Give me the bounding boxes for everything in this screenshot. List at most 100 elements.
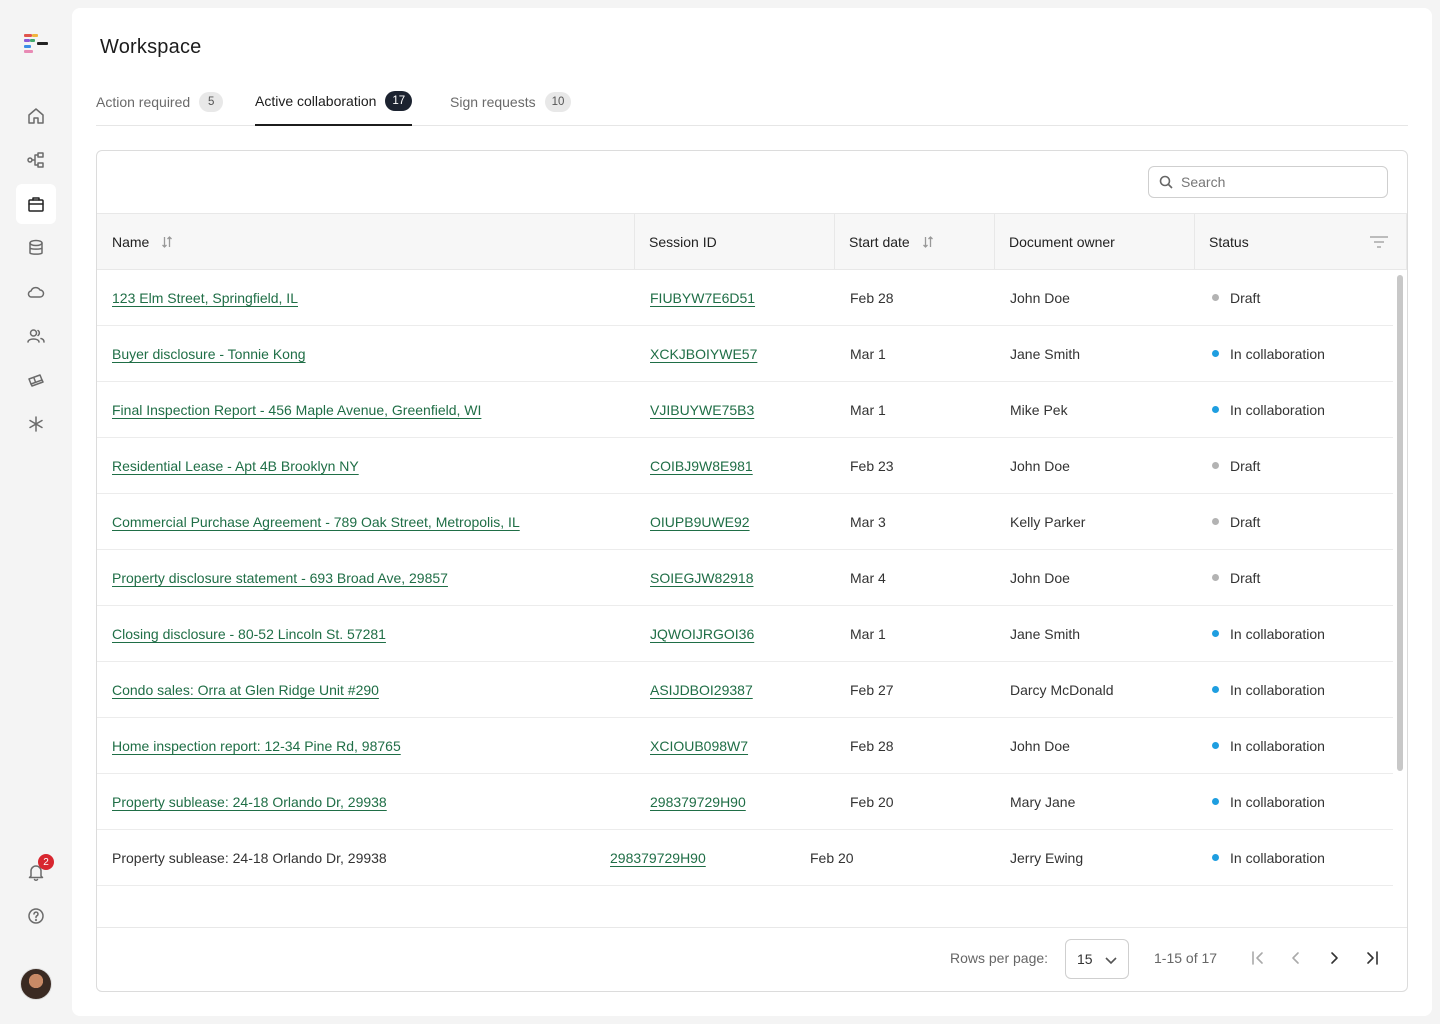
cell-session-id[interactable]: SOIEGJW82918 (650, 550, 754, 605)
search-box[interactable] (1148, 166, 1388, 198)
sidebar-item-tickets[interactable] (16, 360, 56, 400)
last-page-button[interactable] (1360, 946, 1384, 970)
column-header-name[interactable]: Name (97, 214, 635, 269)
session-id-link[interactable]: XCIOUB098W7 (650, 738, 748, 754)
session-id-link[interactable]: XCKJBOIYWE57 (650, 346, 757, 362)
database-icon (29, 239, 43, 255)
table-row[interactable]: Closing disclosure - 80-52 Lincoln St. 5… (97, 606, 1393, 662)
status-dot-icon (1212, 798, 1219, 805)
sort-icon[interactable] (161, 235, 173, 248)
document-name-link[interactable]: 123 Elm Street, Springfield, IL (112, 290, 298, 306)
cell-document-name[interactable]: Buyer disclosure - Tonnie Kong (112, 326, 306, 381)
sidebar-item-cloud[interactable] (16, 272, 56, 312)
cell-document-name[interactable]: Property sublease: 24-18 Orlando Dr, 299… (112, 774, 387, 829)
filter-icon[interactable] (1369, 234, 1389, 250)
table-scrollbar[interactable] (1397, 275, 1403, 771)
cell-document-name[interactable]: 123 Elm Street, Springfield, IL (112, 270, 298, 325)
sidebar-item-workflows[interactable] (16, 140, 56, 180)
pagination-bar: Rows per page: 15 1-15 of 17 (97, 927, 1407, 991)
tab-count-badge: 10 (544, 92, 572, 112)
first-page-button[interactable] (1246, 946, 1270, 970)
tab-action-required[interactable]: Action required 5 (96, 88, 224, 126)
cell-session-id[interactable]: XCIOUB098W7 (650, 718, 748, 773)
search-input[interactable] (1181, 174, 1371, 190)
cell-session-id[interactable]: 298379729H90 (610, 830, 706, 885)
column-header-start-date[interactable]: Start date (834, 214, 995, 269)
sidebar-item-home[interactable] (16, 96, 56, 136)
document-name-link[interactable]: Final Inspection Report - 456 Maple Aven… (112, 402, 481, 418)
avatar[interactable] (20, 968, 52, 1000)
cell-session-id[interactable]: ASIJDBOI29387 (650, 662, 753, 717)
table-row[interactable]: Buyer disclosure - Tonnie Kong XCKJBOIYWE… (97, 326, 1393, 382)
document-name-link[interactable]: Commercial Purchase Agreement - 789 Oak … (112, 514, 520, 530)
cell-document-name[interactable]: Residential Lease - Apt 4B Brooklyn NY (112, 438, 359, 493)
document-name-link[interactable]: Residential Lease - Apt 4B Brooklyn NY (112, 458, 359, 474)
cell-session-id[interactable]: FIUBYW7E6D51 (650, 270, 755, 325)
session-id-link[interactable]: FIUBYW7E6D51 (650, 290, 755, 306)
cell-session-id[interactable]: JQWOIJRGOI36 (650, 606, 754, 661)
document-name-link[interactable]: Buyer disclosure - Tonnie Kong (112, 346, 306, 362)
brand-logo[interactable] (24, 34, 50, 54)
table-row[interactable]: Home inspection report: 12-34 Pine Rd, 9… (97, 718, 1393, 774)
cell-document-name[interactable]: Property disclosure statement - 693 Broa… (112, 550, 448, 605)
cell-document-name[interactable]: Final Inspection Report - 456 Maple Aven… (112, 382, 481, 437)
tab-sign-requests[interactable]: Sign requests 10 (450, 88, 572, 126)
cell-document-name[interactable]: Home inspection report: 12-34 Pine Rd, 9… (112, 718, 401, 773)
tab-active-collaboration[interactable]: Active collaboration 17 (255, 88, 413, 126)
cell-session-id[interactable]: 298379729H90 (650, 774, 746, 829)
cell-document-owner: Darcy McDonald (1010, 662, 1113, 717)
start-date-text: Feb 28 (850, 289, 894, 306)
start-date-text: Mar 1 (850, 345, 886, 362)
document-name-link[interactable]: Home inspection report: 12-34 Pine Rd, 9… (112, 738, 401, 754)
cell-session-id[interactable]: XCKJBOIYWE57 (650, 326, 757, 381)
session-id-link[interactable]: COIBJ9W8E981 (650, 458, 753, 474)
table-row[interactable]: Residential Lease - Apt 4B Brooklyn NY CO… (97, 438, 1393, 494)
cell-session-id[interactable]: OIUPB9UWE92 (650, 494, 750, 549)
table-row[interactable]: Condo sales: Orra at Glen Ridge Unit #29… (97, 662, 1393, 718)
cell-document-name[interactable]: Commercial Purchase Agreement - 789 Oak … (112, 494, 520, 549)
cell-document-name[interactable]: Closing disclosure - 80-52 Lincoln St. 5… (112, 606, 386, 661)
table-row[interactable]: Property sublease: 24-18 Orlando Dr, 299… (97, 830, 1393, 886)
table-row[interactable]: 123 Elm Street, Springfield, IL FIUBYW7E6… (97, 270, 1393, 326)
sidebar-item-help[interactable] (16, 896, 56, 936)
document-name-link[interactable]: Closing disclosure - 80-52 Lincoln St. 5… (112, 626, 386, 642)
cell-status: In collaboration (1212, 718, 1325, 773)
session-id-link[interactable]: 298379729H90 (650, 794, 746, 810)
cell-session-id[interactable]: VJIBUYWE75B3 (650, 382, 754, 437)
table-header: Name Session ID Start date Document owne… (97, 213, 1407, 270)
table-row[interactable]: Property sublease: 24-18 Orlando Dr, 299… (97, 774, 1393, 830)
rows-per-page-select[interactable]: 15 (1065, 939, 1129, 979)
document-name-link[interactable]: Property disclosure statement - 693 Broa… (112, 570, 448, 586)
sort-icon[interactable] (922, 235, 934, 248)
tab-bar: Action required 5 Active collaboration 1… (96, 88, 1408, 126)
sidebar-item-integrations[interactable] (16, 404, 56, 444)
document-name-link[interactable]: Condo sales: Orra at Glen Ridge Unit #29… (112, 682, 379, 698)
cell-document-owner: John Doe (1010, 550, 1070, 605)
table-row[interactable]: Property disclosure statement - 693 Broa… (97, 550, 1393, 606)
document-owner-text: Darcy McDonald (1010, 681, 1114, 698)
sidebar-item-workspace[interactable] (16, 184, 56, 224)
session-id-link[interactable]: VJIBUYWE75B3 (650, 402, 754, 418)
sidebar-item-team[interactable] (16, 316, 56, 356)
sidebar-item-database[interactable] (16, 228, 56, 268)
session-id-link[interactable]: SOIEGJW82918 (650, 570, 754, 586)
table-row[interactable]: Commercial Purchase Agreement - 789 Oak … (97, 494, 1393, 550)
session-id-link[interactable]: JQWOIJRGOI36 (650, 626, 754, 642)
cell-session-id[interactable]: COIBJ9W8E981 (650, 438, 753, 493)
session-id-link[interactable]: 298379729H90 (610, 850, 706, 866)
table-row[interactable]: Final Inspection Report - 456 Maple Aven… (97, 382, 1393, 438)
previous-page-button[interactable] (1284, 946, 1308, 970)
document-name-link[interactable]: Property sublease: 24-18 Orlando Dr, 299… (112, 794, 387, 810)
help-icon (28, 908, 44, 924)
document-owner-text: Jane Smith (1010, 625, 1081, 642)
column-header-document-owner[interactable]: Document owner (994, 214, 1195, 269)
session-id-link[interactable]: ASIJDBOI29387 (650, 682, 753, 698)
session-id-link[interactable]: OIUPB9UWE92 (650, 514, 750, 530)
next-page-button[interactable] (1322, 946, 1346, 970)
column-label: Start date (849, 233, 910, 250)
cell-start-date: Mar 1 (850, 382, 886, 437)
column-header-session-id[interactable]: Session ID (634, 214, 835, 269)
cell-document-name[interactable]: Condo sales: Orra at Glen Ridge Unit #29… (112, 662, 379, 717)
status-text: In collaboration (1230, 401, 1325, 418)
status-dot-icon (1212, 574, 1219, 581)
